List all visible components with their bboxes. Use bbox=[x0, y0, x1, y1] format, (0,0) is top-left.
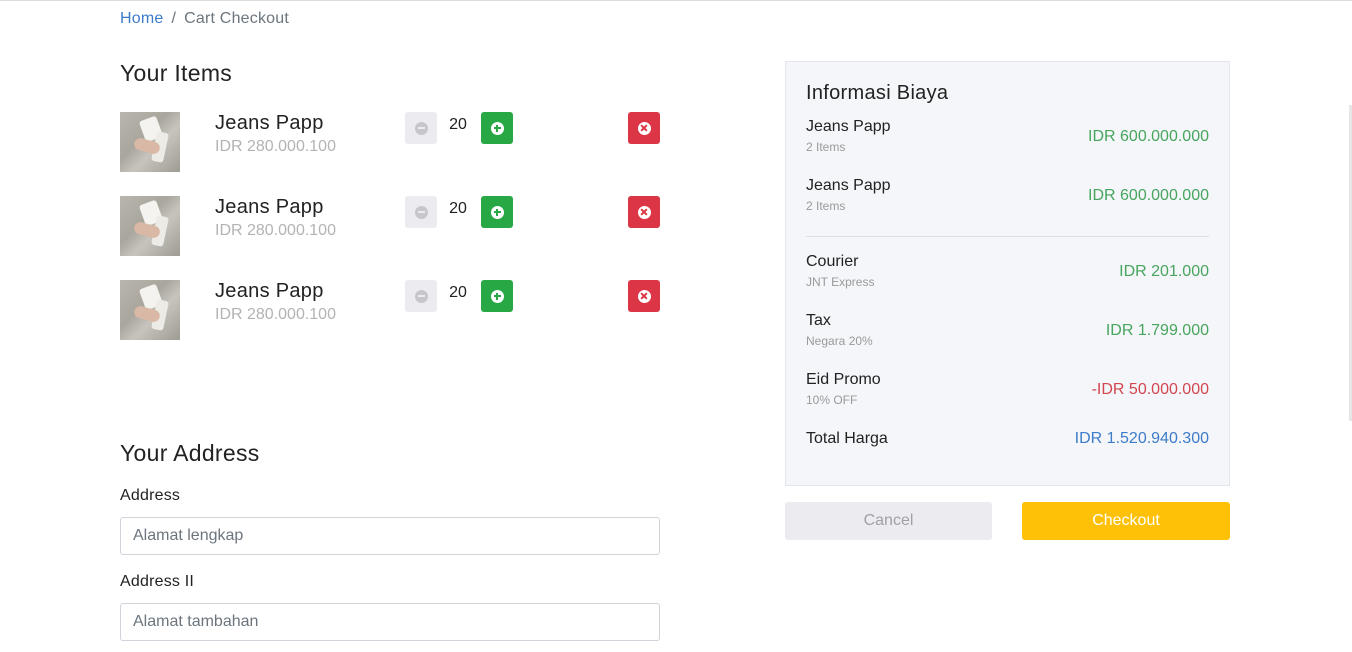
address-section-title: Your Address bbox=[120, 440, 260, 466]
times-circle-icon bbox=[637, 205, 651, 219]
minus-circle-icon bbox=[414, 289, 428, 303]
address-input[interactable] bbox=[120, 517, 660, 555]
plus-circle-icon bbox=[490, 121, 504, 135]
promo-discount: 10% OFF bbox=[806, 393, 858, 407]
increase-quantity-button[interactable] bbox=[481, 112, 513, 144]
item-price: IDR 280.000.100 bbox=[215, 138, 336, 155]
total-row: Total Harga IDR 1.520.940.300 bbox=[806, 430, 1209, 470]
product-thumbnail bbox=[120, 280, 180, 340]
courier-service: JNT Express bbox=[806, 275, 875, 289]
tax-value: IDR 1.799.000 bbox=[1105, 322, 1209, 339]
tax-row: Tax Negara 20% IDR 1.799.000 bbox=[806, 312, 1209, 352]
breadcrumb-separator: / bbox=[171, 10, 177, 27]
minus-circle-icon bbox=[414, 205, 428, 219]
cost-summary-panel: Informasi Biaya Jeans Papp 2 Items IDR 6… bbox=[785, 61, 1230, 486]
minus-circle-icon bbox=[414, 121, 428, 135]
cart-item: Jeans Papp IDR 280.000.100 20 bbox=[120, 196, 660, 256]
summary-line-item: Jeans Papp 2 Items IDR 600.000.000 bbox=[806, 118, 1209, 158]
product-thumbnail bbox=[120, 112, 180, 172]
summary-title: Informasi Biaya bbox=[806, 82, 949, 104]
cancel-button[interactable]: Cancel bbox=[785, 502, 992, 540]
breadcrumb: Home / Cart Checkout bbox=[120, 10, 289, 28]
increase-quantity-button[interactable] bbox=[481, 280, 513, 312]
total-value: IDR 1.520.940.300 bbox=[1074, 430, 1209, 447]
remove-item-button[interactable] bbox=[628, 196, 660, 228]
item-quantity: 20 bbox=[449, 200, 467, 217]
summary-item-name: Jeans Papp bbox=[806, 177, 891, 194]
times-circle-icon bbox=[637, 289, 651, 303]
tax-rate: Negara 20% bbox=[806, 334, 873, 348]
remove-item-button[interactable] bbox=[628, 112, 660, 144]
items-section-title: Your Items bbox=[120, 60, 233, 86]
summary-divider bbox=[806, 236, 1209, 237]
address-label: Address bbox=[120, 487, 181, 504]
breadcrumb-home-link[interactable]: Home bbox=[120, 10, 163, 28]
courier-label: Courier bbox=[806, 253, 859, 270]
total-label: Total Harga bbox=[806, 430, 888, 447]
summary-item-count: 2 Items bbox=[806, 140, 846, 154]
item-price: IDR 280.000.100 bbox=[215, 306, 336, 323]
decrease-quantity-button[interactable] bbox=[405, 196, 437, 228]
address2-label: Address II bbox=[120, 573, 195, 590]
summary-item-count: 2 Items bbox=[806, 199, 846, 213]
address2-input[interactable] bbox=[120, 603, 660, 641]
breadcrumb-current: Cart Checkout bbox=[184, 10, 290, 27]
times-circle-icon bbox=[637, 121, 651, 135]
remove-item-button[interactable] bbox=[628, 280, 660, 312]
item-name: Jeans Papp bbox=[215, 196, 324, 218]
item-quantity: 20 bbox=[449, 116, 467, 133]
item-price: IDR 280.000.100 bbox=[215, 222, 336, 239]
promo-value: -IDR 50.000.000 bbox=[1091, 381, 1209, 398]
summary-item-value: IDR 600.000.000 bbox=[1088, 187, 1209, 204]
promo-label: Eid Promo bbox=[806, 371, 881, 388]
decrease-quantity-button[interactable] bbox=[405, 280, 437, 312]
decrease-quantity-button[interactable] bbox=[405, 112, 437, 144]
summary-item-value: IDR 600.000.000 bbox=[1088, 128, 1209, 145]
item-name: Jeans Papp bbox=[215, 280, 324, 302]
courier-value: IDR 201.000 bbox=[1119, 263, 1209, 280]
checkout-button[interactable]: Checkout bbox=[1022, 502, 1230, 540]
promo-row: Eid Promo 10% OFF -IDR 50.000.000 bbox=[806, 371, 1209, 411]
item-name: Jeans Papp bbox=[215, 112, 324, 134]
plus-circle-icon bbox=[490, 289, 504, 303]
item-quantity: 20 bbox=[449, 284, 467, 301]
plus-circle-icon bbox=[490, 205, 504, 219]
page-scrollbar[interactable] bbox=[1348, 1, 1352, 652]
tax-label: Tax bbox=[806, 312, 831, 329]
cart-item: Jeans Papp IDR 280.000.100 20 bbox=[120, 280, 660, 340]
cart-item: Jeans Papp IDR 280.000.100 20 bbox=[120, 112, 660, 172]
product-thumbnail bbox=[120, 196, 180, 256]
courier-row: Courier JNT Express IDR 201.000 bbox=[806, 253, 1209, 293]
summary-line-item: Jeans Papp 2 Items IDR 600.000.000 bbox=[806, 177, 1209, 217]
summary-item-name: Jeans Papp bbox=[806, 118, 891, 135]
increase-quantity-button[interactable] bbox=[481, 196, 513, 228]
